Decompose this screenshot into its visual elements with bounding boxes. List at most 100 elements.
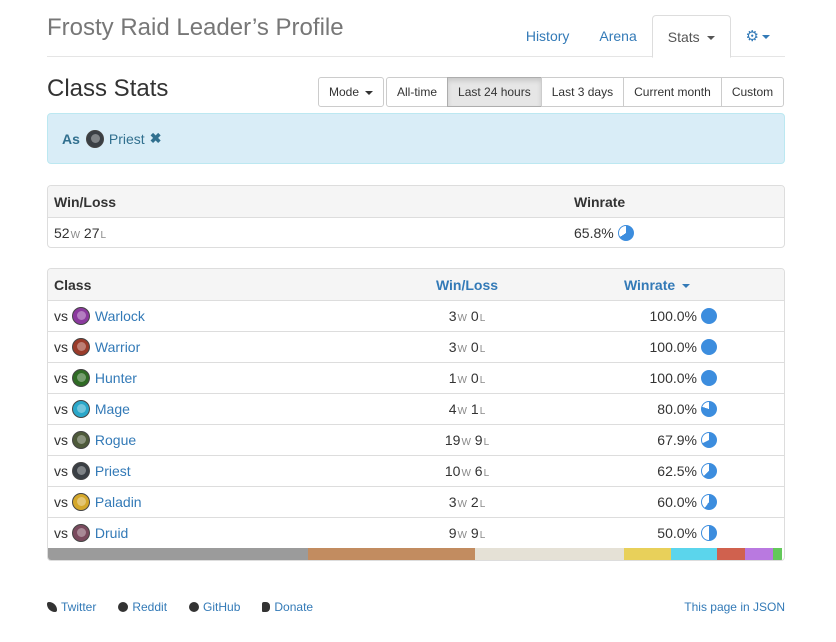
winrate-pie-icon — [701, 339, 717, 355]
vs-label: vs — [54, 370, 68, 386]
distribution-segment — [48, 548, 308, 560]
loss-unit: L — [479, 344, 486, 355]
winloss-cell: 3W 0L — [372, 339, 562, 355]
wins-value: 3 — [448, 308, 457, 324]
winrate-column-header[interactable]: Winrate — [562, 277, 752, 293]
winloss-cell: 19W 9L — [372, 432, 562, 448]
table-row: vs Warrior 3W 0L 100.0% — [48, 331, 784, 362]
filter-class-link[interactable]: Priest — [109, 131, 145, 147]
winloss-column-header[interactable]: Win/Loss — [372, 277, 562, 293]
class-link[interactable]: Warrior — [95, 339, 140, 355]
winrate-wrap: 100.0% — [597, 308, 717, 324]
winrate-cell: 80.0% — [562, 401, 752, 417]
winrate-value: 60.0% — [657, 494, 697, 510]
class-distribution-bar — [48, 548, 784, 560]
winrate-cell: 100.0% — [562, 370, 752, 386]
paladin-icon — [71, 493, 90, 511]
winloss-cell: 4W 1L — [372, 401, 562, 417]
sort-desc-icon — [682, 283, 691, 288]
class-link[interactable]: Priest — [95, 463, 131, 479]
winrate-value: 80.0% — [657, 401, 697, 417]
remove-filter-icon[interactable]: ✖ — [150, 130, 162, 147]
time-range-group: All-time Last 24 hours Last 3 days Curre… — [386, 77, 785, 107]
winloss-cell: 3W 2L — [372, 494, 562, 510]
wins-value: 4 — [448, 401, 457, 417]
class-link[interactable]: Hunter — [95, 370, 137, 386]
winloss-cell: 10W 6L — [372, 463, 562, 479]
summary-row: 52W 27L 65.8% — [48, 217, 784, 247]
class-filter-alert: As Priest ✖ — [47, 113, 785, 164]
vs-label: vs — [54, 401, 68, 417]
loss-unit: L — [479, 499, 486, 510]
winrate-wrap: 60.0% — [597, 494, 717, 510]
summary-winrate: 65.8% — [568, 225, 784, 241]
vs-label: vs — [54, 339, 68, 355]
mode-label: Mode — [329, 85, 360, 99]
table-row: vs Warlock 3W 0L 100.0% — [48, 300, 784, 331]
vs-label: vs — [54, 432, 68, 448]
class-link[interactable]: Warlock — [95, 308, 145, 324]
donate-label: Donate — [274, 600, 314, 614]
range-custom-button[interactable]: Custom — [720, 77, 785, 107]
table-row: vs Paladin 3W 2L 60.0% — [48, 486, 784, 517]
class-link[interactable]: Druid — [95, 525, 128, 541]
caret-down-icon — [762, 35, 770, 40]
class-link[interactable]: Mage — [95, 401, 130, 417]
losses-value: 2 — [470, 494, 479, 510]
summary-header-row: Win/Loss Winrate — [48, 186, 784, 217]
mode-dropdown-button[interactable]: Mode — [318, 77, 385, 107]
winloss-cell: 1W 0L — [372, 370, 562, 386]
winrate-cell: 60.0% — [562, 494, 752, 510]
wins-value: 19 — [444, 432, 461, 448]
hunter-icon — [71, 369, 90, 387]
donate-link[interactable]: Donate — [262, 600, 313, 614]
page-header: Frosty Raid Leader’s Profile History Are… — [47, 0, 785, 58]
page-title: Frosty Raid Leader’s Profile — [47, 14, 344, 41]
class-cell: vs Rogue — [48, 431, 372, 449]
class-link[interactable]: Rogue — [95, 432, 136, 448]
winrate-value: 67.9% — [657, 432, 697, 448]
class-cell: vs Priest — [48, 462, 372, 480]
tab-history[interactable]: History — [511, 15, 585, 57]
class-header-row: Class Win/Loss Winrate — [48, 269, 784, 300]
wins-value: 9 — [448, 525, 457, 541]
winrate-value: 62.5% — [657, 463, 697, 479]
twitter-link[interactable]: Twitter — [47, 600, 96, 614]
losses-value: 9 — [474, 432, 483, 448]
json-link[interactable]: This page in JSON — [684, 600, 785, 614]
losses-value: 0 — [470, 308, 479, 324]
priest-icon — [71, 462, 90, 480]
winrate-pie-icon — [701, 370, 717, 386]
win-unit: W — [457, 530, 467, 541]
wins-value: 3 — [448, 339, 457, 355]
tab-stats[interactable]: Stats — [651, 15, 731, 58]
reddit-link[interactable]: Reddit — [118, 600, 167, 614]
caret-down-icon — [706, 36, 715, 41]
range-all-time-button[interactable]: All-time — [386, 77, 449, 107]
vs-label: vs — [54, 525, 68, 541]
class-link[interactable]: Paladin — [95, 494, 142, 510]
winrate-cell: 100.0% — [562, 339, 752, 355]
twitter-label: Twitter — [61, 600, 97, 614]
mage-icon — [71, 400, 90, 418]
warrior-icon — [71, 338, 90, 356]
distribution-segment — [474, 548, 624, 560]
tab-arena[interactable]: Arena — [584, 15, 651, 57]
github-link[interactable]: GitHub — [189, 600, 240, 614]
winrate-pie-icon — [701, 432, 717, 448]
range-last-3-days-button[interactable]: Last 3 days — [540, 77, 625, 107]
table-row: vs Priest 10W 6L 62.5% — [48, 455, 784, 486]
range-current-month-button[interactable]: Current month — [623, 77, 722, 107]
winrate-cell: 62.5% — [562, 463, 752, 479]
github-label: GitHub — [203, 600, 241, 614]
wins-value: 3 — [448, 494, 457, 510]
as-label: As — [62, 130, 80, 147]
losses-value: 0 — [470, 370, 479, 386]
distribution-segment — [772, 548, 783, 560]
winrate-wrap: 100.0% — [597, 370, 717, 386]
settings-dropdown[interactable]: ⚙ — [731, 15, 785, 57]
loss-unit: L — [479, 530, 486, 541]
range-last-24-hours-button[interactable]: Last 24 hours — [447, 77, 542, 107]
winrate-cell: 50.0% — [562, 525, 752, 541]
distribution-segment — [716, 548, 745, 560]
